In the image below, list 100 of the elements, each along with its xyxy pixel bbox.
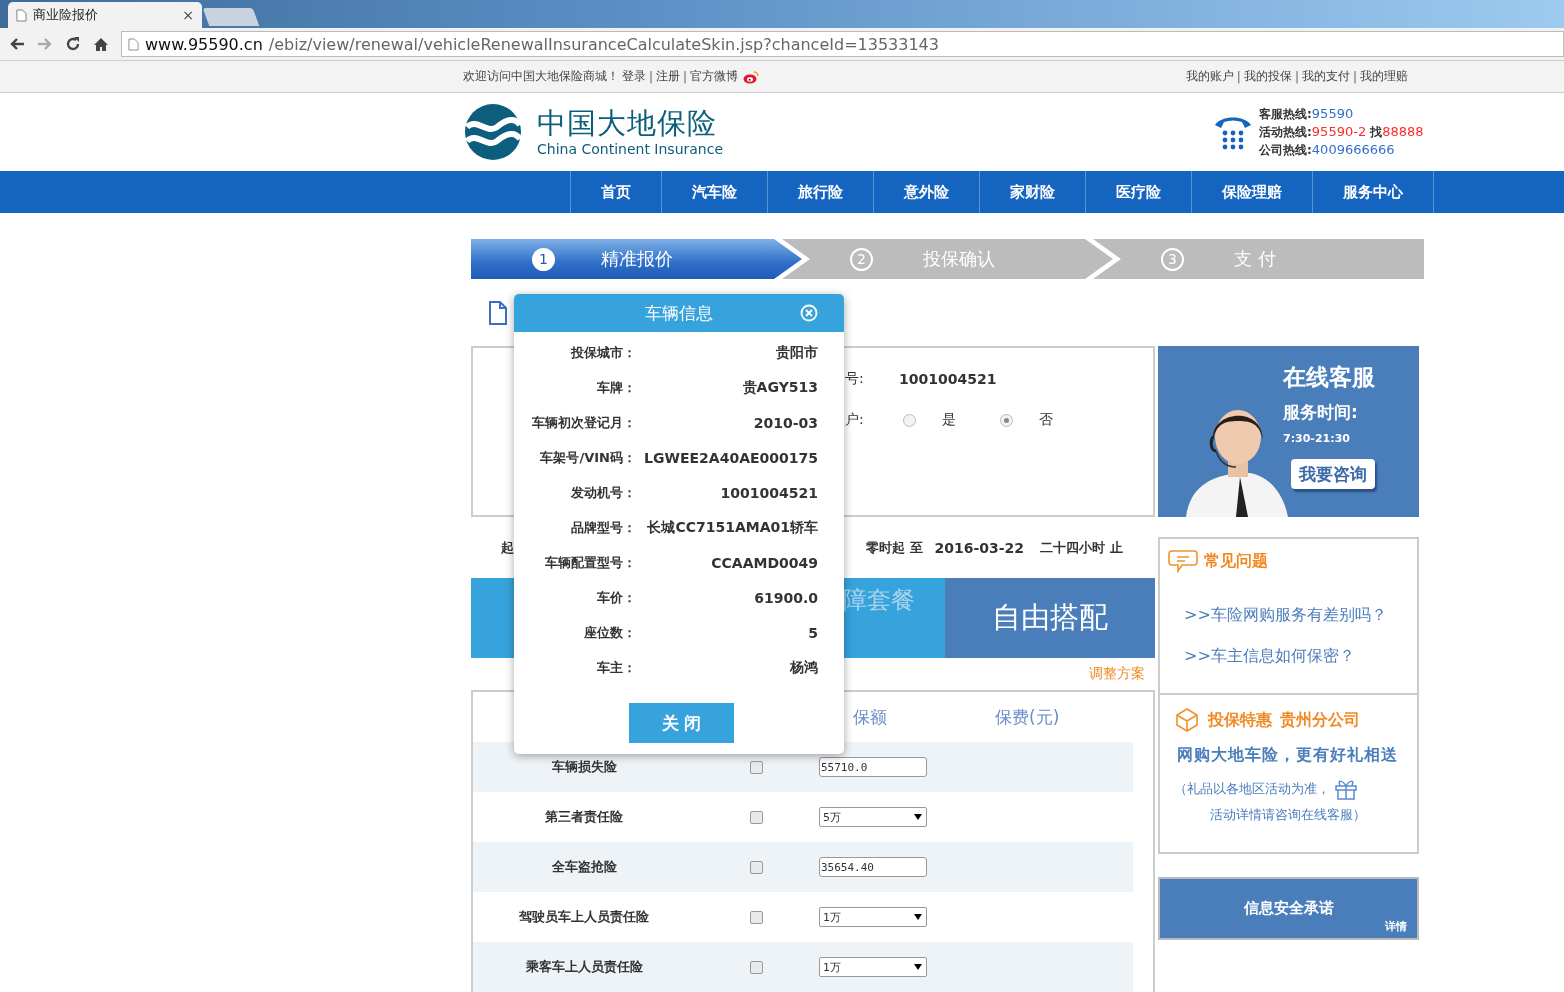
page-icon <box>16 8 27 22</box>
caret-icon <box>914 914 922 920</box>
field-label: 号: <box>845 370 865 388</box>
promo-note: 活动详情请咨询在线客服） <box>1210 806 1367 824</box>
address-field[interactable]: www.95590.cn /ebiz/view/renewal/vehicleRenewalInsuranceCalculateSkin.jsp?chanceId=13533143 <box>121 31 1564 57</box>
radio-button[interactable] <box>903 413 916 427</box>
back-icon[interactable] <box>9 37 25 51</box>
security-banner[interactable]: 信息安全承诺 详情 <box>1158 877 1419 940</box>
amount-dropdown[interactable]: 1万 <box>819 957 927 977</box>
info-label: 投保城市： <box>569 343 636 362</box>
panel-title: 投保特惠 <box>1208 709 1272 731</box>
nav-item[interactable]: 服务中心 <box>1312 171 1434 213</box>
caret-icon <box>914 814 922 820</box>
new-tab-button[interactable] <box>202 8 260 26</box>
info-value: 长城CC7151AMA01轿车 <box>646 518 818 537</box>
info-value: 贵AGY513 <box>741 378 818 397</box>
welcome-text: 欢迎访问中国大地保险商城！ <box>463 68 619 85</box>
hours-label: 服务时间: <box>1283 401 1359 424</box>
checkbox[interactable] <box>749 960 763 974</box>
top-link[interactable]: 我的投保 <box>1243 68 1292 85</box>
hotline-label: 客服热线: <box>1259 106 1312 123</box>
promo-headline: 网购大地车险，更有好礼相送 <box>1177 745 1399 766</box>
coverage-name: 第三者责任险 <box>544 808 624 826</box>
radio-button[interactable] <box>1000 413 1013 427</box>
checkbox[interactable] <box>749 860 763 874</box>
separator: | <box>683 69 688 84</box>
consult-button[interactable]: 我要咨询 <box>1291 459 1375 489</box>
period-label: 起 <box>501 538 514 557</box>
coverage-name: 全车盗抢险 <box>550 858 618 876</box>
branch-name: 贵州分公司 <box>1280 709 1360 731</box>
hotline-number: 95590 <box>1311 105 1354 123</box>
amount-dropdown[interactable]: 5万 <box>819 807 927 827</box>
weibo-icon[interactable] <box>743 69 760 84</box>
info-value: 贵阳市 <box>775 343 818 362</box>
hotline-number: 88888 <box>1382 123 1424 141</box>
chat-icon <box>1168 549 1198 573</box>
hotline-label: 活动热线: <box>1259 124 1312 141</box>
faq-link[interactable]: >>车主信息如何保密？ <box>1184 646 1417 666</box>
close-tab-button[interactable]: × <box>182 7 194 23</box>
nav-item[interactable]: 汽车险 <box>661 171 767 213</box>
top-link[interactable]: 官方微博 <box>690 68 739 85</box>
amount-field[interactable]: 55710.0 <box>819 757 927 777</box>
service-title: 在线客服 <box>1283 363 1375 392</box>
hotline-number: 95590-2 <box>1311 123 1367 141</box>
info-value: 5 <box>807 624 818 641</box>
gift-icon <box>1334 778 1358 800</box>
coverage-name: 车辆损失险 <box>550 758 618 776</box>
top-link[interactable]: 我的账户 <box>1185 68 1234 85</box>
box-icon <box>1174 707 1200 733</box>
coverage-name: 乘客车上人员责任险 <box>524 958 644 976</box>
service-hours: 7:30-21:30 <box>1283 432 1351 445</box>
top-link[interactable]: 我的理赔 <box>1360 68 1408 85</box>
field-label: 户: <box>845 411 865 429</box>
nav-item[interactable]: 首页 <box>570 171 661 213</box>
column-header: 保费(元) <box>995 705 1060 729</box>
info-label: 车价： <box>596 588 636 607</box>
browser-tab[interactable]: 商业险报价 × <box>8 2 202 28</box>
custom-tab[interactable]: 自由搭配 <box>945 578 1155 658</box>
separator: | <box>1236 69 1241 84</box>
top-link[interactable]: 注册 <box>656 68 681 85</box>
info-label: 发动机号： <box>570 483 636 502</box>
info-label: 品牌型号： <box>570 518 636 537</box>
caret-icon <box>914 964 922 970</box>
nav-item[interactable]: 保险理赔 <box>1191 171 1312 213</box>
hotline-label: 公司热线: <box>1259 142 1312 159</box>
tab-title: 商业险报价 <box>33 6 99 24</box>
page-icon <box>128 37 139 51</box>
faq-link[interactable]: >>车险网购服务有差别吗？ <box>1184 605 1417 625</box>
engine-number: 1001004521 <box>899 371 997 387</box>
period-label: 二十四小时 止 <box>1040 538 1123 557</box>
checkbox[interactable] <box>749 810 763 824</box>
info-value: 杨鸿 <box>789 658 818 677</box>
checkbox[interactable] <box>749 760 763 774</box>
amount-field[interactable]: 35654.40 <box>819 857 927 877</box>
hotline-label: 找 <box>1370 124 1383 141</box>
period-label: 零时起 至 <box>866 538 923 557</box>
radio-label: 是 <box>942 411 956 429</box>
info-label: 座位数： <box>583 623 636 642</box>
nav-item[interactable]: 家财险 <box>979 171 1085 213</box>
nav-item[interactable]: 医疗险 <box>1085 171 1191 213</box>
nav-item[interactable]: 意外险 <box>873 171 979 213</box>
end-date: 2016-03-22 <box>934 539 1025 556</box>
home-icon[interactable] <box>93 36 109 52</box>
separator: | <box>1352 69 1357 84</box>
panel-title: 常见问题 <box>1204 550 1268 572</box>
hotline-number: 4009666666 <box>1311 141 1395 159</box>
info-value: 2010-03 <box>752 414 818 431</box>
info-label: 车主： <box>596 658 636 677</box>
forward-icon[interactable] <box>37 37 53 51</box>
reload-icon[interactable] <box>65 36 81 52</box>
info-value: LGWEE2A40AE000175 <box>643 449 818 466</box>
close-icon[interactable] <box>800 304 818 322</box>
logo-icon <box>464 103 522 161</box>
top-link[interactable]: 登录 <box>622 68 646 85</box>
nav-item[interactable]: 旅行险 <box>767 171 873 213</box>
amount-dropdown[interactable]: 1万 <box>819 907 927 927</box>
checkbox[interactable] <box>749 910 763 924</box>
radio-label: 否 <box>1039 411 1053 429</box>
top-link[interactable]: 我的支付 <box>1301 68 1350 85</box>
info-value: 1001004521 <box>719 484 818 501</box>
